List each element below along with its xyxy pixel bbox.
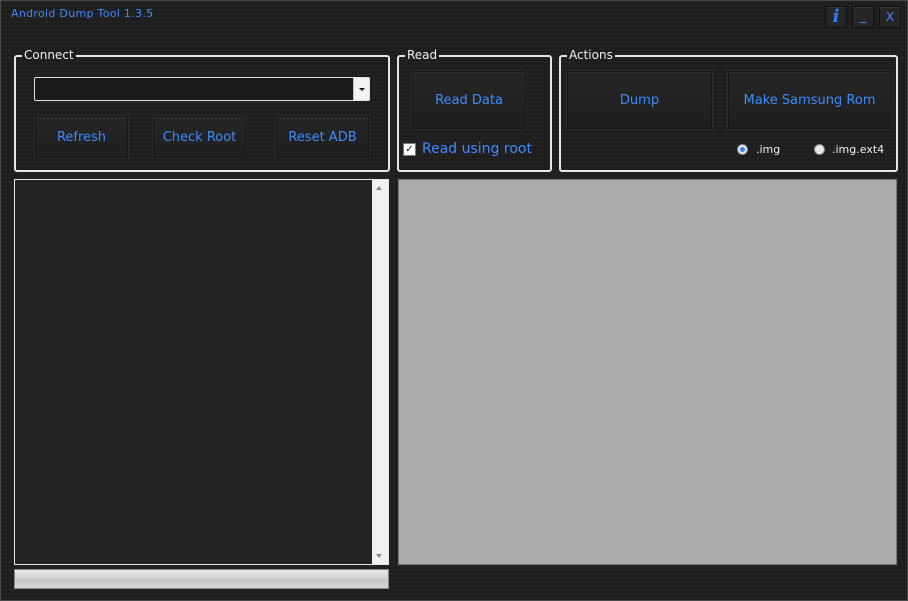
refresh-button[interactable]: Refresh bbox=[35, 116, 128, 158]
log-scrollbar[interactable] bbox=[372, 180, 388, 564]
read-group-label: Read bbox=[405, 48, 440, 62]
scroll-up-arrow-icon[interactable] bbox=[376, 186, 382, 190]
img-radio-label[interactable]: .img bbox=[756, 143, 780, 156]
make-samsung-rom-button[interactable]: Make Samsung Rom bbox=[728, 71, 891, 129]
data-display-panel[interactable] bbox=[398, 179, 897, 565]
check-root-button[interactable]: Check Root bbox=[153, 116, 246, 158]
app-window: Android Dump Tool 1.3.5 i _ X Connect Re… bbox=[0, 0, 908, 601]
info-button[interactable]: i bbox=[825, 6, 847, 28]
img-radio[interactable] bbox=[737, 144, 748, 155]
close-button[interactable]: X bbox=[879, 6, 901, 28]
log-output-panel[interactable] bbox=[14, 179, 389, 565]
device-select[interactable] bbox=[34, 77, 370, 101]
read-using-root-label[interactable]: Read using root bbox=[422, 141, 532, 157]
actions-group: Actions Dump Make Samsung Rom .img .img.… bbox=[559, 48, 898, 172]
title-bar[interactable]: Android Dump Tool 1.3.5 i _ X bbox=[1, 1, 907, 28]
read-using-root-checkbox[interactable]: ✓ bbox=[403, 143, 416, 156]
reset-adb-button[interactable]: Reset ADB bbox=[276, 116, 369, 158]
chevron-down-icon[interactable] bbox=[353, 78, 369, 100]
read-data-button[interactable]: Read Data bbox=[412, 71, 526, 129]
connect-group-label: Connect bbox=[22, 48, 76, 62]
minimize-button[interactable]: _ bbox=[852, 6, 874, 28]
connect-group: Connect Refresh Check Root Reset ADB bbox=[14, 48, 390, 172]
scroll-down-arrow-icon[interactable] bbox=[376, 554, 382, 558]
read-group: Read Read Data ✓ Read using root bbox=[397, 48, 552, 172]
window-title: Android Dump Tool 1.3.5 bbox=[11, 7, 154, 20]
img-ext4-radio-label[interactable]: .img.ext4 bbox=[832, 143, 884, 156]
progress-bar bbox=[14, 569, 389, 589]
img-ext4-radio[interactable] bbox=[814, 144, 825, 155]
dump-button[interactable]: Dump bbox=[567, 71, 712, 129]
actions-group-label: Actions bbox=[567, 48, 615, 62]
